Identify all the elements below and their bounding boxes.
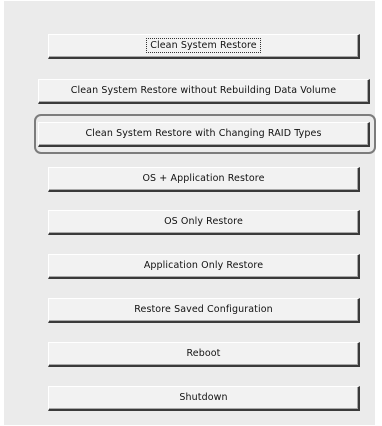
application-only-restore-button[interactable]: Application Only Restore <box>48 254 360 279</box>
os-only-restore-button[interactable]: OS Only Restore <box>48 210 360 235</box>
application-only-restore-label: Application Only Restore <box>143 260 264 271</box>
restore-saved-configuration-label: Restore Saved Configuration <box>134 304 273 315</box>
clean-system-restore-no-rebuild-button[interactable]: Clean System Restore without Rebuilding … <box>38 79 370 104</box>
reboot-button[interactable]: Reboot <box>48 342 360 367</box>
shutdown-label: Shutdown <box>179 392 228 403</box>
restore-options-panel: Clean System Restore Clean System Restor… <box>3 0 376 425</box>
clean-system-restore-change-raid-label: Clean System Restore with Changing RAID … <box>85 128 322 139</box>
clean-system-restore-button[interactable]: Clean System Restore <box>48 34 360 59</box>
clean-system-restore-label: Clean System Restore <box>146 38 261 53</box>
os-application-restore-button[interactable]: OS + Application Restore <box>48 167 360 192</box>
restore-saved-configuration-button[interactable]: Restore Saved Configuration <box>48 298 360 323</box>
os-application-restore-label: OS + Application Restore <box>142 173 265 184</box>
shutdown-button[interactable]: Shutdown <box>48 386 360 411</box>
reboot-label: Reboot <box>186 348 221 359</box>
os-only-restore-label: OS Only Restore <box>164 216 243 227</box>
clean-system-restore-change-raid-button[interactable]: Clean System Restore with Changing RAID … <box>38 122 370 147</box>
clean-system-restore-no-rebuild-label: Clean System Restore without Rebuilding … <box>70 85 337 96</box>
